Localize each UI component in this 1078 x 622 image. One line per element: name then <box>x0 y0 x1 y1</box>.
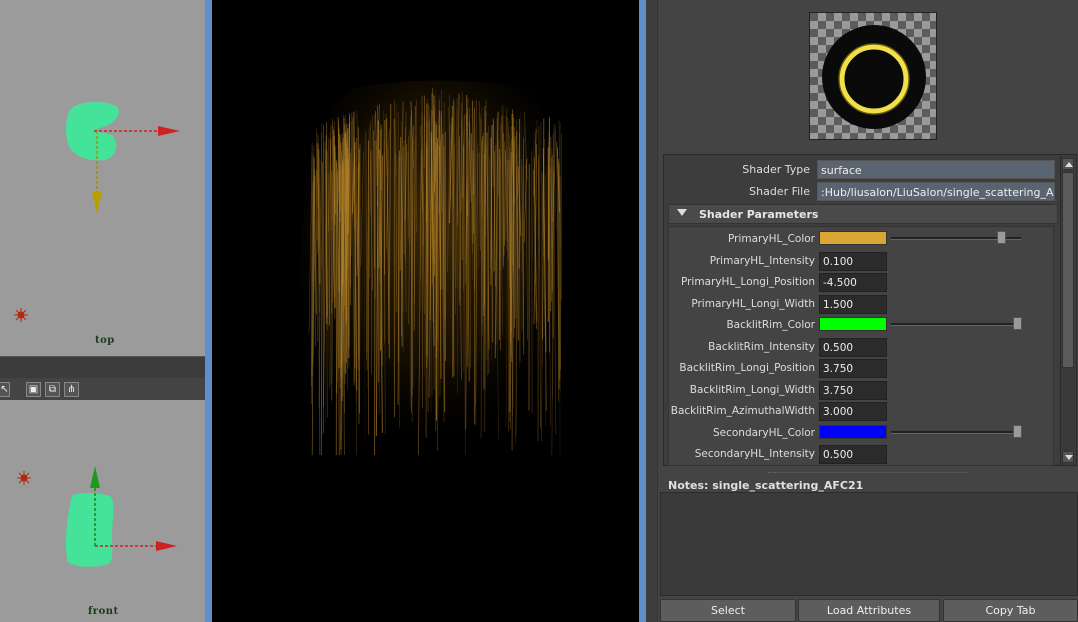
mesh-front-view <box>65 493 114 567</box>
active-viewport-border-left <box>205 0 212 622</box>
notes-label: Notes: single_scattering_AFC21 <box>668 479 864 492</box>
scroll-up-icon[interactable] <box>1062 158 1074 170</box>
left-viewports-panel: top ↖ ▣ ⧉ ⋔ front <box>0 0 205 622</box>
viewport-separator <box>0 356 205 378</box>
param-label: BacklitRim_Intensity <box>708 340 815 353</box>
param-label: BacklitRim_Longi_Width <box>689 383 815 396</box>
y-axis-arrow-icon <box>90 466 100 488</box>
param-label: BacklitRim_Longi_Position <box>679 362 815 374</box>
light-marker-icon <box>14 308 28 322</box>
shader-file-row: Shader File :Hub/liusalon/LiuSalon/singl… <box>664 182 1076 202</box>
param-value-field[interactable]: 3.750 <box>819 380 887 400</box>
param-value-field[interactable]: 0.500 <box>819 445 887 464</box>
shader-parameters-section-header[interactable]: Shader Parameters <box>668 204 1058 224</box>
param-value-field[interactable]: 3.750 <box>819 359 887 378</box>
panel-splitter[interactable] <box>646 0 658 622</box>
param-label: PrimaryHL_Color <box>728 233 815 245</box>
shader-file-label: Shader File <box>749 185 810 198</box>
param-row: PrimaryHL_Intensity 0.100 <box>669 250 1055 272</box>
shader-type-row: Shader Type surface <box>664 160 1076 180</box>
param-value-field[interactable]: 0.100 <box>819 251 887 271</box>
params-scrollbar[interactable] <box>1060 156 1074 465</box>
color-swatch[interactable] <box>819 231 887 245</box>
param-label: BacklitRim_AzimuthalWidth <box>670 405 815 417</box>
shader-type-field[interactable]: surface <box>817 160 1055 179</box>
frame-icon[interactable]: ⧉ <box>45 381 60 397</box>
slider-handle[interactable] <box>1013 424 1023 438</box>
param-label: SecondaryHL_Intensity <box>694 448 815 460</box>
top-viewport-canvas <box>14 102 180 322</box>
param-label: PrimaryHL_Longi_Position <box>680 276 815 288</box>
scroll-thumb[interactable] <box>1062 172 1074 368</box>
color-swatch[interactable] <box>819 424 887 439</box>
attribute-editor: Shader Type surface Shader File :Hub/liu… <box>658 0 1078 622</box>
shader-file-field[interactable]: :Hub/liusalon/LiuSalon/single_scattering… <box>817 182 1055 201</box>
param-label: PrimaryHL_Longi_Width <box>691 297 815 310</box>
scroll-down-icon[interactable] <box>1062 451 1074 463</box>
copy-tab-button[interactable]: Copy Tab <box>943 599 1078 622</box>
param-row: SecondaryHL_Intensity 0.500 <box>669 443 1055 465</box>
share-icon[interactable]: ⋔ <box>64 381 79 397</box>
param-value-field[interactable]: 0.500 <box>819 337 887 357</box>
param-value-field[interactable]: 3.000 <box>819 402 887 421</box>
shader-type-label: Shader Type <box>742 163 810 176</box>
param-row: BacklitRim_AzimuthalWidth 3.000 <box>669 400 1055 422</box>
z-axis-arrow-icon <box>92 192 102 214</box>
select-tool-icon[interactable]: ↖ <box>0 381 10 397</box>
active-viewport-border-right <box>639 0 646 622</box>
hair-strand <box>431 134 433 285</box>
color-slider[interactable] <box>891 323 1021 326</box>
x-axis-arrow-icon <box>156 541 177 551</box>
param-row: BacklitRim_Intensity 0.500 <box>669 336 1055 358</box>
top-viewport-label: top <box>95 335 115 346</box>
hair-render-canvas <box>301 80 563 456</box>
param-row: BacklitRim_Color <box>669 314 1055 336</box>
slider-handle[interactable] <box>1013 317 1023 330</box>
front-viewport-label: front <box>88 606 119 617</box>
param-label: PrimaryHL_Intensity <box>709 254 815 267</box>
param-row: PrimaryHL_Longi_Width 1.500 <box>669 293 1055 315</box>
param-row: PrimaryHL_Longi_Position -4.500 <box>669 271 1055 293</box>
load-attributes-button[interactable]: Load Attributes <box>798 599 940 622</box>
select-button[interactable]: Select <box>660 599 796 622</box>
top-viewport[interactable]: top <box>0 0 205 356</box>
cube-icon[interactable]: ▣ <box>26 381 41 397</box>
notes-textarea[interactable] <box>660 492 1078 596</box>
param-value-field[interactable]: -4.500 <box>819 273 887 292</box>
param-row: PrimaryHL_Color <box>669 228 1055 250</box>
front-viewport[interactable]: front <box>0 400 205 622</box>
section-title: Shader Parameters <box>699 208 819 221</box>
color-slider[interactable] <box>891 430 1021 434</box>
param-row: BacklitRim_Longi_Width 3.750 <box>669 379 1055 401</box>
slider-handle[interactable] <box>996 231 1006 244</box>
param-row: SecondaryHL_Color <box>669 422 1055 444</box>
viewport-toolbar: ↖ ▣ ⧉ ⋔ <box>0 378 205 400</box>
param-label: BacklitRim_Color <box>726 319 815 331</box>
x-axis-arrow-icon <box>158 126 180 136</box>
param-label: SecondaryHL_Color <box>712 426 815 439</box>
parameter-list: PrimaryHL_Color PrimaryHL_Intensity 0.100 P… <box>668 226 1054 466</box>
front-viewport-canvas <box>17 466 177 567</box>
param-value-field[interactable]: 1.500 <box>819 294 887 314</box>
collapse-triangle-icon[interactable] <box>677 209 687 216</box>
shader-params-panel: Shader Type surface Shader File :Hub/liu… <box>663 154 1077 466</box>
shader-swatch <box>809 12 937 140</box>
param-row: BacklitRim_Longi_Position 3.750 <box>669 357 1055 379</box>
notes-splitter[interactable] <box>768 472 968 475</box>
light-marker-icon <box>17 471 31 485</box>
color-swatch[interactable] <box>819 317 887 331</box>
render-view[interactable] <box>212 0 639 622</box>
